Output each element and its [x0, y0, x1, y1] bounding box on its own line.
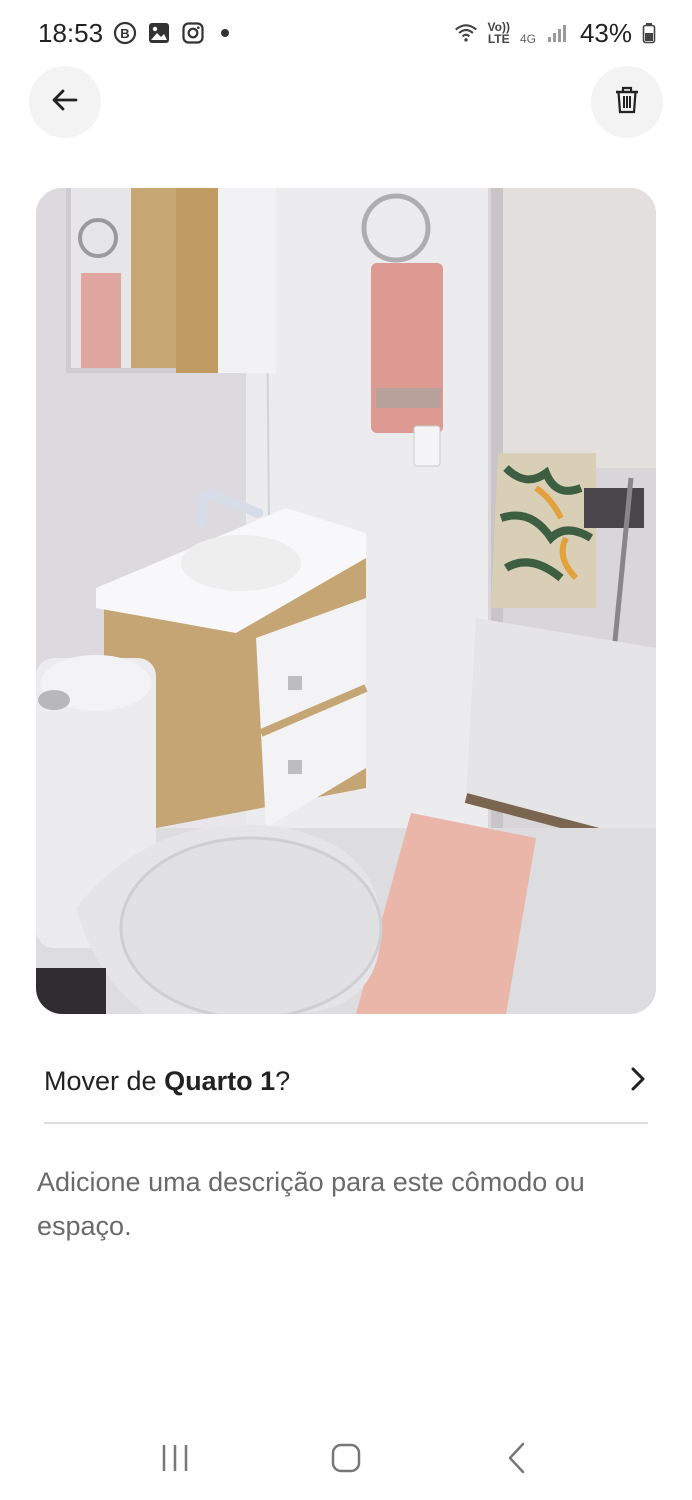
system-nav-bar	[0, 1420, 692, 1500]
arrow-left-icon	[50, 85, 80, 120]
b-badge-icon: B	[113, 21, 137, 45]
network-type: 4G	[519, 31, 536, 46]
back-icon	[505, 1442, 529, 1479]
recent-apps-button[interactable]	[135, 1430, 215, 1490]
recent-apps-icon	[160, 1443, 190, 1478]
wifi-icon	[454, 21, 478, 45]
volte-indicator: Vo)) LTE	[488, 21, 510, 45]
status-right: Vo)) LTE 4G 43%	[454, 18, 657, 49]
volte-bottom: LTE	[487, 32, 510, 46]
signal-icon	[546, 21, 570, 45]
bathroom-photo-illustration	[36, 188, 656, 1014]
screen: 18:53 B Vo)) LTE 4G 43% Mover de Quarto …	[0, 0, 692, 1500]
home-button[interactable]	[306, 1430, 386, 1490]
move-suffix: ?	[275, 1065, 291, 1096]
back-button[interactable]	[29, 66, 101, 138]
move-room-text: Mover de Quarto 1?	[44, 1066, 290, 1097]
notification-dot	[221, 29, 230, 37]
chevron-right-icon	[628, 1064, 648, 1099]
move-room-row[interactable]: Mover de Quarto 1?	[44, 1040, 648, 1124]
description-field[interactable]: Adicione uma descrição para este cômodo …	[37, 1160, 657, 1248]
move-prefix: Mover de	[44, 1065, 165, 1096]
status-left: 18:53 B	[38, 17, 230, 49]
gallery-icon	[147, 21, 171, 45]
home-icon	[330, 1442, 362, 1479]
delete-photo-button[interactable]	[591, 66, 663, 138]
battery-icon	[642, 21, 656, 45]
instagram-icon	[181, 21, 205, 45]
battery-percent: 43%	[579, 17, 632, 48]
status-bar: 18:53 B Vo)) LTE 4G 43%	[0, 0, 692, 66]
svg-text:B: B	[120, 26, 129, 41]
system-back-button[interactable]	[477, 1430, 557, 1490]
room-photo[interactable]	[36, 188, 656, 1014]
clock: 18:53	[38, 17, 104, 48]
move-room-name: Quarto 1	[164, 1065, 276, 1096]
trash-icon	[613, 85, 641, 120]
